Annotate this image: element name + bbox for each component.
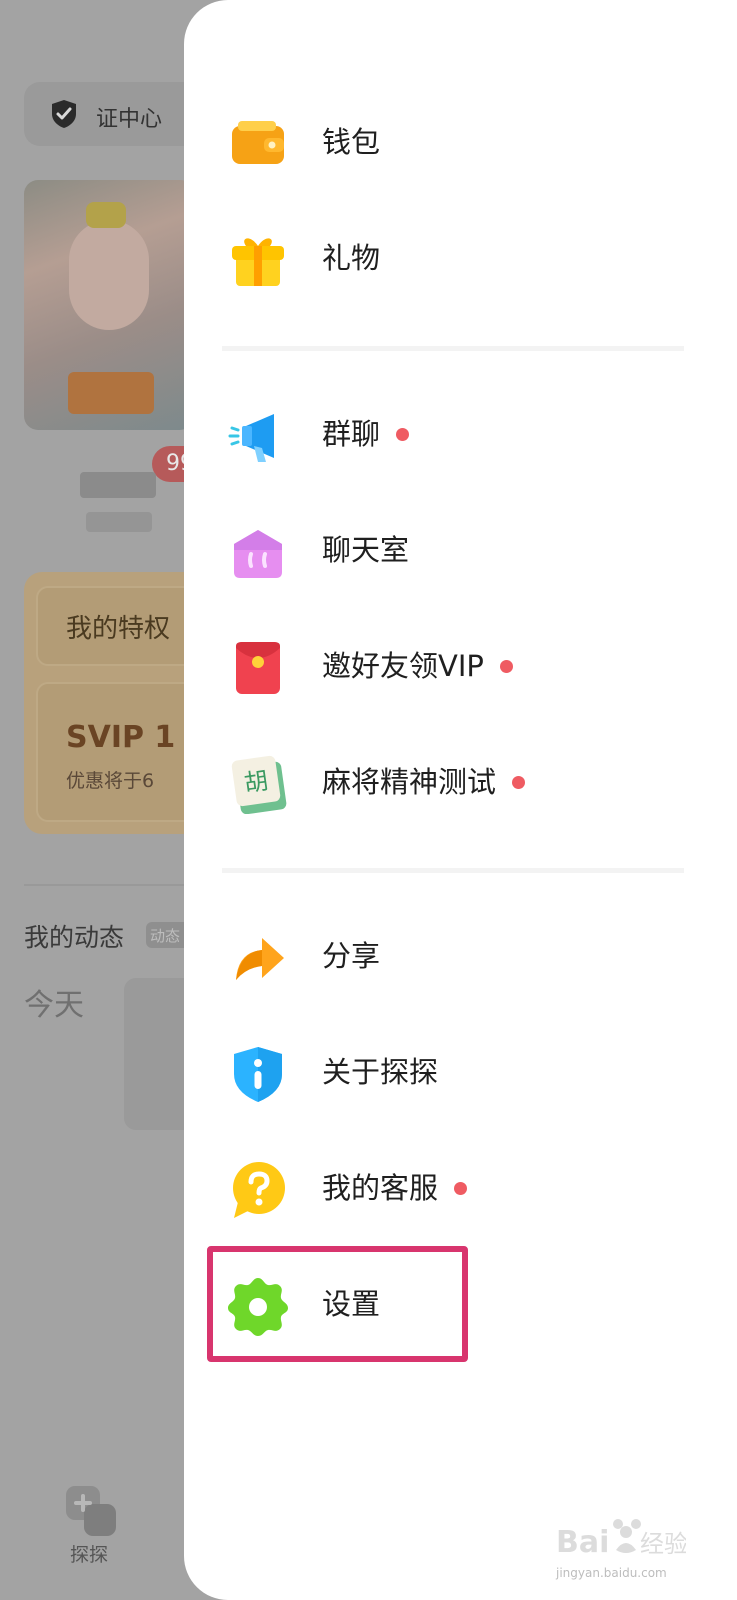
privilege-title: 我的特权 (66, 614, 171, 644)
menu-item-label: 钱包 (322, 125, 381, 159)
explore-nav-icon[interactable] (62, 1482, 120, 1540)
notification-dot (454, 1181, 468, 1195)
verify-center-label: 证中心 (96, 107, 163, 132)
verified-shield-icon (52, 100, 76, 128)
baidu-watermark-logo: Bai 经验 (556, 1519, 686, 1560)
menu-item-gift[interactable]: 礼物 (222, 214, 692, 304)
menu-item-label: 聊天室 (322, 533, 410, 567)
menu-item-wallet[interactable]: 钱包 (222, 98, 692, 188)
explore-nav-label: 探探 (70, 1544, 109, 1566)
watermark-url: jingyan.baidu.com (556, 1566, 667, 1580)
help-bubble-icon (233, 1162, 285, 1218)
notification-dot (499, 659, 513, 673)
menu-item-label: 邀好友领VIP (322, 648, 513, 684)
menu-item-invite-vip[interactable]: 邀好友领VIP (222, 622, 692, 712)
megaphone-icon (228, 414, 274, 462)
blurred-user-subtitle (86, 512, 152, 532)
menu-item-group-chat[interactable]: 群聊 (222, 390, 692, 480)
share-arrow-icon (236, 938, 284, 980)
wallet-icon (232, 121, 284, 164)
menu-item-label: 分享 (322, 939, 381, 973)
blurred-username (80, 472, 156, 498)
menu-item-chatroom[interactable]: 聊天室 (222, 506, 692, 596)
profile-photo[interactable] (24, 180, 194, 430)
menu-item-label: 关于探探 (322, 1055, 439, 1089)
svg-text:经验: 经验 (640, 1530, 686, 1558)
today-label: 今天 (24, 988, 84, 1023)
menu-section-divider (222, 868, 684, 873)
menu-item-label: 礼物 (322, 241, 381, 275)
menu-item-mahjong-test[interactable]: 胡 麻将精神测试 (222, 738, 692, 828)
svip-subtitle: 优惠将于6 (66, 770, 155, 792)
svg-text:胡: 胡 (242, 766, 270, 797)
red-envelope-icon (236, 642, 280, 694)
menu-item-share[interactable]: 分享 (222, 912, 692, 1002)
mahjong-tile-icon: 胡 (231, 755, 287, 814)
menu-item-label: 我的客服 (322, 1170, 468, 1206)
menu-section-divider (222, 346, 684, 351)
notification-dot (396, 427, 410, 441)
menu-item-label: 麻将精神测试 (322, 764, 526, 800)
notification-dot (512, 775, 526, 789)
settings-highlight-box (207, 1246, 468, 1362)
info-shield-icon (234, 1047, 282, 1102)
moments-title: 我的动态 (24, 923, 125, 952)
svip-title: SVIP 1 (66, 720, 176, 755)
chatroom-icon (234, 530, 282, 578)
svg-text:Bai: Bai (556, 1525, 609, 1560)
gift-icon (232, 238, 284, 286)
menu-item-about[interactable]: 关于探探 (222, 1028, 692, 1118)
menu-item-customer-service[interactable]: 我的客服 (222, 1144, 692, 1234)
menu-item-label: 群聊 (322, 416, 410, 452)
